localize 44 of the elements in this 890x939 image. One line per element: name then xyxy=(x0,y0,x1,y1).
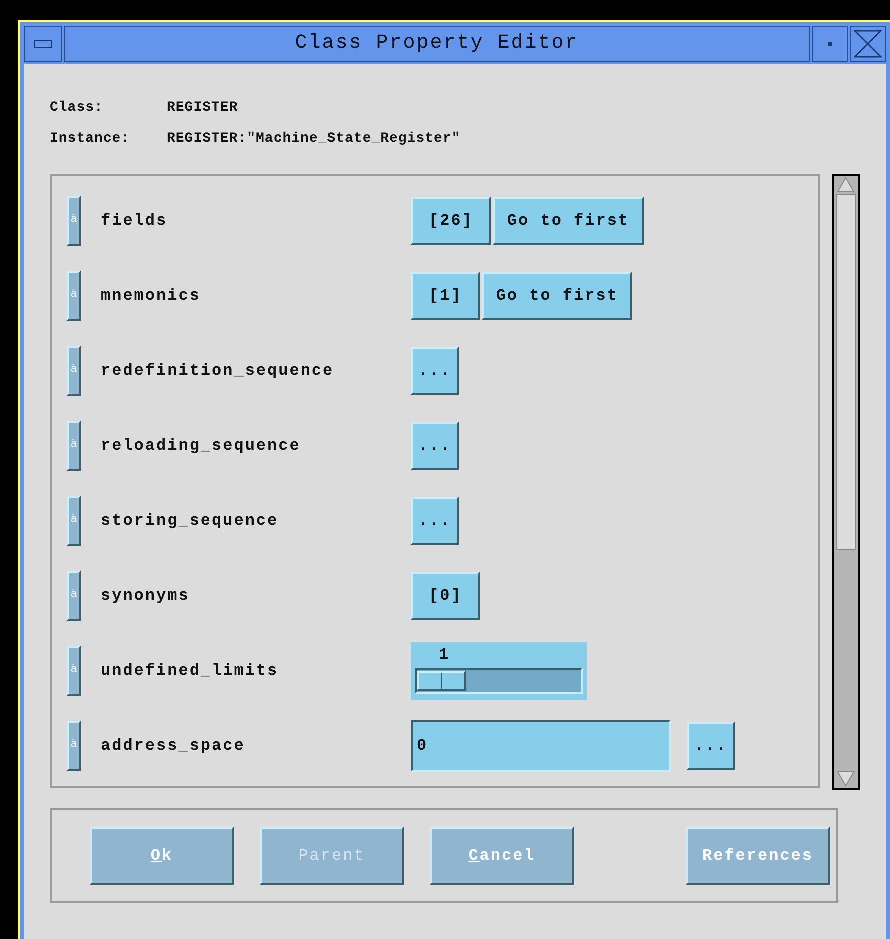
slider-value: 1 xyxy=(438,644,452,666)
property-name: redefinition_sequence xyxy=(101,360,336,382)
header-label: Class: xyxy=(50,99,104,118)
go-to-first-button[interactable]: Go to first xyxy=(493,196,644,244)
header-label: Instance: xyxy=(50,130,132,149)
row-menu-button[interactable]: à xyxy=(67,720,81,770)
property-name: address_space xyxy=(101,736,246,756)
scrollbar[interactable] xyxy=(832,174,860,790)
row-menu-button[interactable]: à xyxy=(67,420,81,470)
minus-icon xyxy=(34,40,52,48)
row-menu-button[interactable]: à xyxy=(67,346,81,396)
header-value: REGISTER:"Machine_State_Register" xyxy=(167,130,461,149)
count-button[interactable]: [26] xyxy=(411,196,492,244)
property-name: mnemonics xyxy=(101,286,202,306)
slider-thumb[interactable] xyxy=(417,670,466,690)
property-name: synonyms xyxy=(101,586,191,606)
text-input[interactable]: 0 xyxy=(417,734,665,758)
row-menu-button[interactable]: à xyxy=(67,496,81,546)
minimize-button[interactable] xyxy=(812,26,848,62)
window-menu-button[interactable] xyxy=(24,26,62,62)
text-field[interactable]: 0 xyxy=(411,720,671,772)
property-name: undefined_limits xyxy=(101,660,280,682)
row-menu-button[interactable]: à xyxy=(67,196,81,246)
row-menu-button[interactable]: à xyxy=(67,270,81,320)
ellipsis-button[interactable]: ... xyxy=(687,722,735,770)
dialog-button[interactable]: Ok xyxy=(90,826,234,884)
property-name: reloading_sequence xyxy=(101,436,302,456)
property-name: storing_sequence xyxy=(101,510,280,532)
row-menu-button[interactable]: à xyxy=(67,570,81,620)
row-menu-button[interactable]: à xyxy=(67,646,81,696)
count-button[interactable]: [1] xyxy=(411,272,480,320)
ellipsis-button[interactable]: ... xyxy=(411,422,459,470)
slider-track[interactable] xyxy=(415,668,583,694)
property-name: fields xyxy=(101,210,169,232)
window-title: Class Property Editor xyxy=(64,26,810,62)
ellipsis-button[interactable]: ... xyxy=(411,496,459,544)
header-value: REGISTER xyxy=(167,99,238,118)
dialog-button[interactable]: References xyxy=(686,826,830,884)
count-button[interactable]: [0] xyxy=(411,572,480,620)
ellipsis-button[interactable]: ... xyxy=(411,346,459,394)
maximize-button[interactable] xyxy=(850,26,886,62)
go-to-first-button[interactable]: Go to first xyxy=(482,272,632,320)
hourglass-icon xyxy=(854,30,882,58)
dialog-button[interactable]: Cancel xyxy=(430,826,574,884)
